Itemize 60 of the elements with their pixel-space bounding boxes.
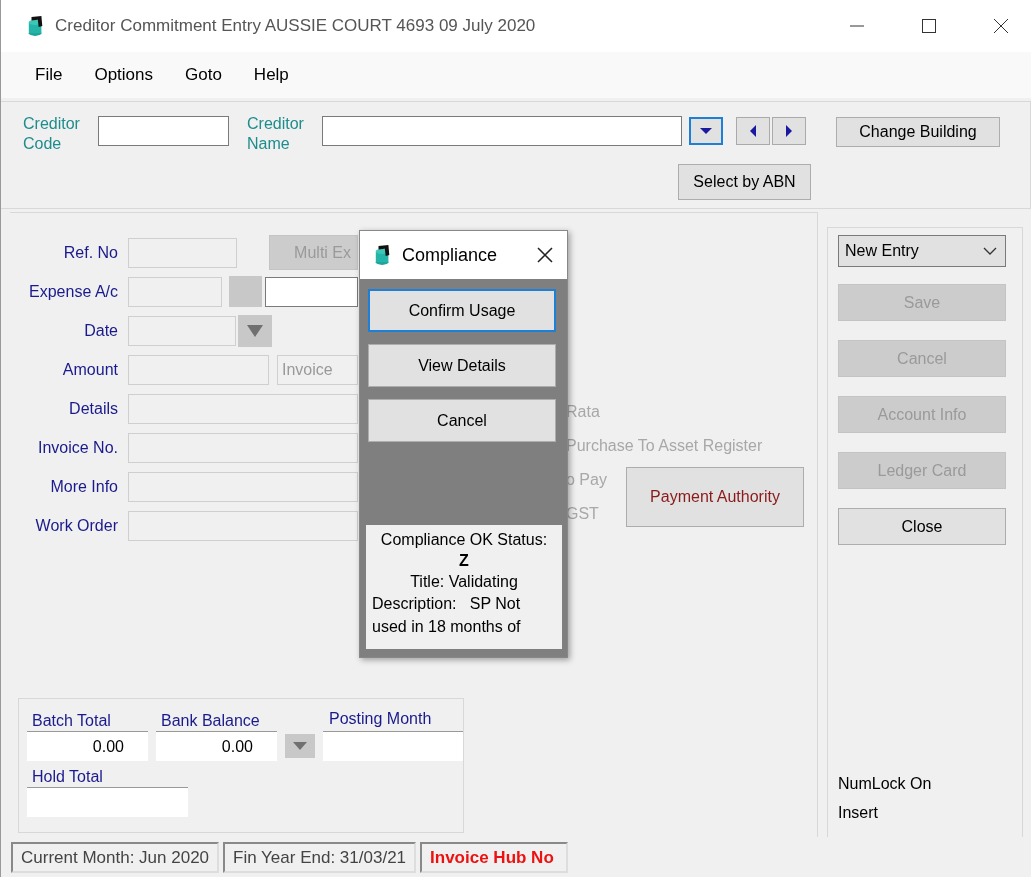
status-panel: Current Month: Jun 2020 bbox=[11, 841, 220, 873]
previous-button[interactable] bbox=[736, 117, 770, 145]
select-by-abn-button[interactable]: Select by ABN bbox=[678, 164, 811, 200]
triangle-down-icon bbox=[246, 323, 264, 338]
creditor-name-field[interactable] bbox=[322, 116, 682, 146]
field-label: Ref. No bbox=[62, 243, 118, 262]
field-label: More Info bbox=[49, 477, 118, 496]
creditor-code-field[interactable] bbox=[98, 116, 229, 146]
triangle-down-icon bbox=[292, 741, 308, 751]
insert-status: Insert bbox=[838, 803, 878, 823]
posting-month-field[interactable] bbox=[323, 731, 463, 761]
status-panel: Invoice Hub No bbox=[420, 841, 568, 873]
field-label: Date bbox=[83, 321, 118, 340]
chevron-down-icon bbox=[983, 247, 997, 255]
menu-item[interactable]: Help bbox=[253, 65, 289, 85]
field-label: Posting Month bbox=[328, 709, 433, 729]
bank-balance-field[interactable]: 0.00 bbox=[156, 731, 277, 761]
menu-item[interactable]: File bbox=[35, 65, 63, 85]
app-icon bbox=[27, 15, 45, 37]
close-icon[interactable] bbox=[993, 18, 1009, 34]
close-icon[interactable] bbox=[537, 247, 553, 263]
field-label: Bank Balance bbox=[160, 711, 261, 731]
menu-item[interactable]: Options bbox=[94, 65, 153, 85]
dialog-button[interactable]: Cancel bbox=[368, 399, 556, 442]
field-label: Batch Total bbox=[31, 711, 112, 731]
dialog-button[interactable]: View Details bbox=[368, 344, 556, 387]
description-text: Description: SP Not used in 18 months of bbox=[372, 594, 522, 637]
field-label: Hold Total bbox=[31, 767, 104, 787]
window-title: Creditor Commitment Entry AUSSIE COURT 4693 09 July 2020 bbox=[55, 16, 536, 36]
title-text: Title: Validating bbox=[410, 572, 518, 592]
action-button[interactable]: Close bbox=[838, 508, 1006, 545]
dialog-button[interactable]: Confirm Usage bbox=[368, 289, 556, 332]
dialog-title: Compliance bbox=[402, 244, 499, 266]
batch-total-field[interactable]: 0.00 bbox=[27, 731, 148, 761]
expense-name-field[interactable] bbox=[265, 276, 358, 307]
field-label: Expense A/c bbox=[28, 282, 118, 301]
field-label: Amount bbox=[61, 360, 118, 379]
status-value: Z bbox=[459, 551, 469, 571]
app-icon bbox=[374, 244, 392, 266]
field-label: Creditor Code bbox=[23, 114, 81, 154]
field-label: Invoice No. bbox=[36, 438, 118, 457]
dropdown-button[interactable] bbox=[689, 117, 723, 145]
date-dropdown-button[interactable] bbox=[238, 314, 272, 347]
status-panel: Fin Year End: 31/03/21 bbox=[223, 841, 417, 873]
mode-dropdown[interactable]: New Entry bbox=[838, 235, 1006, 267]
triangle-down-icon bbox=[699, 126, 713, 136]
triangle-right-icon bbox=[784, 124, 794, 138]
payment-authority-button[interactable]: Payment Authority bbox=[626, 467, 804, 527]
field-label: Work Order bbox=[34, 516, 118, 535]
mode-value: New Entry bbox=[845, 242, 919, 260]
next-button[interactable] bbox=[772, 117, 806, 145]
menu-item[interactable]: Goto bbox=[185, 65, 222, 85]
maximize-icon[interactable] bbox=[921, 18, 937, 34]
numlock-status: NumLock On bbox=[838, 774, 932, 794]
status-label: Compliance OK Status: bbox=[380, 530, 548, 550]
hold-total-field[interactable] bbox=[27, 787, 188, 817]
change-building-button[interactable]: Change Building bbox=[836, 117, 1000, 147]
triangle-left-icon bbox=[748, 124, 758, 138]
field-label: Details bbox=[68, 399, 118, 418]
field-label: Creditor Name bbox=[247, 114, 305, 154]
